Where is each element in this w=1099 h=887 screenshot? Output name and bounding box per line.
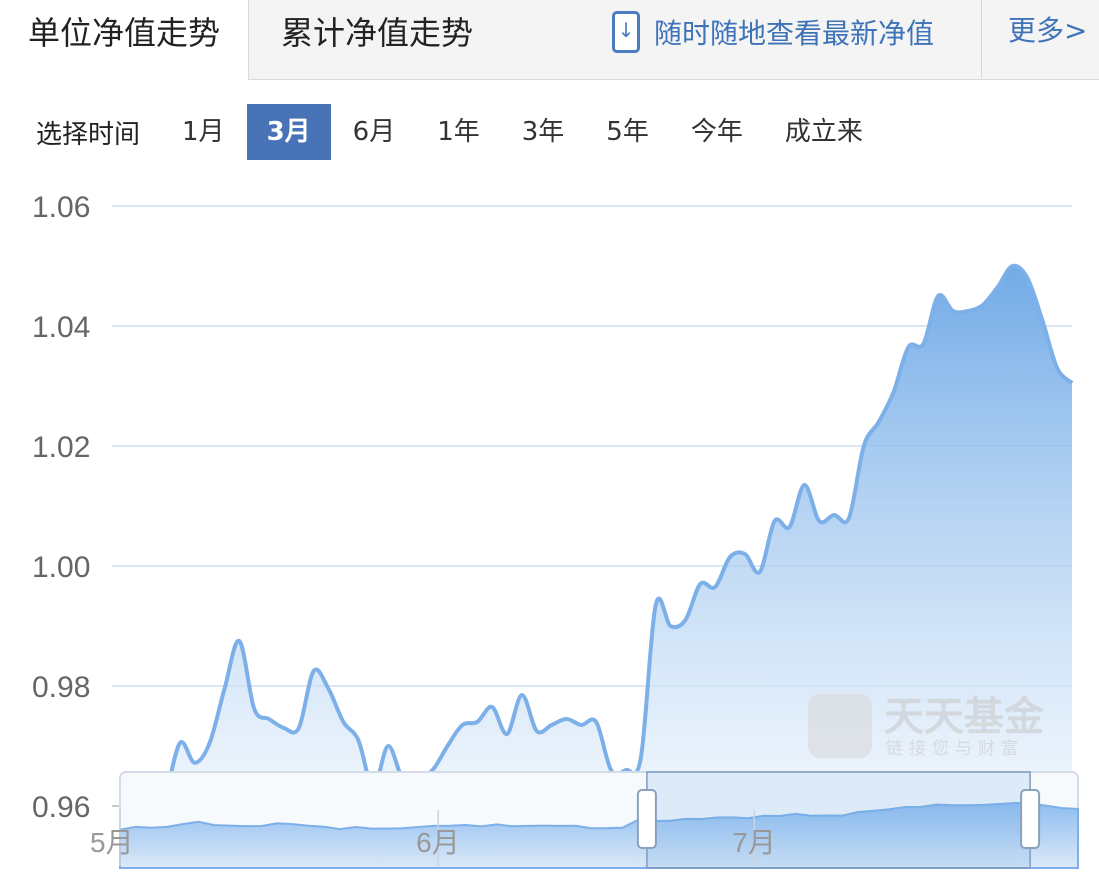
watermark-slogan: 链接您与财富 xyxy=(886,739,1024,758)
range-option[interactable]: 3年 xyxy=(502,104,585,160)
time-range-label: 选择时间 xyxy=(36,119,141,150)
tab-divider xyxy=(249,79,1099,80)
watermark-logo-icon xyxy=(808,694,872,758)
range-option[interactable]: 今年 xyxy=(671,104,763,160)
y-tick-label: 0.96 xyxy=(32,791,90,824)
navigator-selection[interactable] xyxy=(646,771,1031,869)
more-link[interactable]: 更多> xyxy=(981,0,1099,78)
watermark: 天天基金 链接您与财富 xyxy=(808,694,1045,758)
range-option[interactable]: 1月 xyxy=(162,104,245,160)
time-range-selector: 选择时间 1月 3月 6月 1年 3年 5年 今年 成立来 xyxy=(36,104,885,160)
tab-cumulative-nav[interactable]: 累计净值走势 xyxy=(249,0,579,78)
range-navigator[interactable]: 5月 6月 7月 xyxy=(90,771,1079,869)
y-tick-label: 1.06 xyxy=(32,191,90,224)
y-tick-label: 1.00 xyxy=(32,551,90,584)
mobile-promo-link[interactable]: 随时随地查看最新净值 xyxy=(612,8,934,56)
tab-unit-nav[interactable]: 单位净值走势 xyxy=(0,0,249,80)
navigator-month-label: 5月 xyxy=(90,827,134,858)
range-option[interactable]: 6月 xyxy=(333,104,416,160)
range-option[interactable]: 3月 xyxy=(246,104,331,160)
navigator-handle[interactable] xyxy=(1020,789,1041,849)
y-tick-label: 1.04 xyxy=(32,311,90,344)
range-option[interactable]: 成立来 xyxy=(765,104,883,160)
navigator-series xyxy=(119,801,1079,869)
navigator-month-label: 7月 xyxy=(732,827,776,858)
navigator-frame xyxy=(119,771,1079,869)
nav-area xyxy=(165,265,1072,806)
mobile-promo-label: 随时随地查看最新净值 xyxy=(654,17,935,50)
y-tick-label: 0.98 xyxy=(32,671,90,704)
watermark-brand: 天天基金 xyxy=(884,694,1045,739)
navigator-month-label: 6月 xyxy=(416,827,460,858)
grid-lines xyxy=(112,205,1072,807)
y-tick-label: 1.02 xyxy=(32,431,90,464)
mobile-download-icon xyxy=(612,11,640,53)
range-option[interactable]: 1年 xyxy=(417,104,500,160)
nav-line xyxy=(163,263,1074,803)
tab-bar: 单位净值走势 累计净值走势 随时随地查看最新净值 更多> xyxy=(0,0,1099,80)
y-axis: 0.96 0.98 1.00 1.02 1.04 1.06 xyxy=(32,191,90,824)
navigator-handle[interactable] xyxy=(636,789,657,849)
range-option[interactable]: 5年 xyxy=(586,104,669,160)
